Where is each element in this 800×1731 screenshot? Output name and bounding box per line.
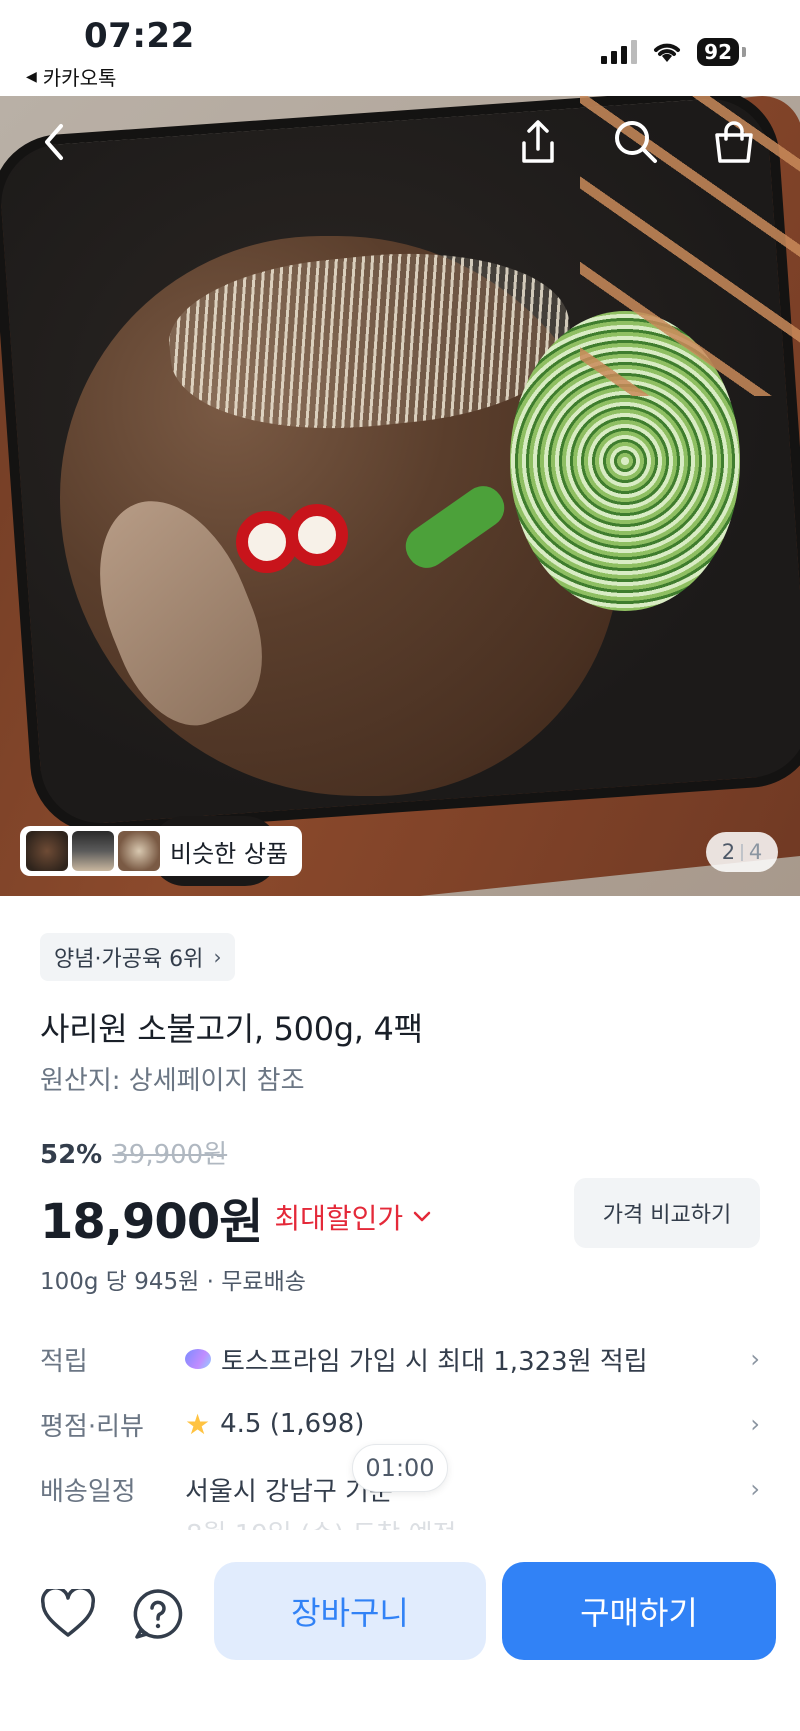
original-price: 39,900원 bbox=[112, 1140, 228, 1170]
review-value: 4.5 (1,698) bbox=[220, 1409, 365, 1439]
product-image[interactable] bbox=[0, 96, 800, 896]
pager-separator: | bbox=[739, 842, 745, 862]
toss-prime-icon bbox=[185, 1349, 211, 1369]
compare-price-button[interactable]: 가격 비교하기 bbox=[574, 1178, 760, 1248]
best-price-label: 최대할인가 bbox=[274, 1202, 404, 1235]
status-time: 07:22 bbox=[84, 16, 195, 56]
image-nav-bar bbox=[0, 118, 800, 166]
review-label: 평점·리뷰 bbox=[40, 1411, 144, 1442]
product-title: 사리원 소불고기, 500g, 4팩 bbox=[40, 1010, 423, 1048]
similar-thumb bbox=[118, 831, 160, 871]
similar-products-label: 비슷한 상품 bbox=[170, 839, 289, 868]
points-row[interactable]: 적립 토스프라임 가입 시 최대 1,323원 적립 › bbox=[40, 1337, 760, 1381]
cellular-signal-icon bbox=[601, 40, 638, 64]
shopping-bag-icon bbox=[715, 121, 753, 163]
product-origin: 원산지: 상세페이지 참조 bbox=[40, 1066, 305, 1096]
pager-total: 4 bbox=[748, 840, 763, 864]
chevron-down-icon bbox=[413, 1211, 431, 1222]
shipping-label: 배송일정 bbox=[40, 1476, 136, 1507]
question-icon bbox=[133, 1589, 183, 1639]
red-pepper-slice bbox=[286, 504, 348, 566]
add-to-cart-button[interactable]: 장바구니 bbox=[214, 1562, 486, 1660]
review-row[interactable]: 평점·리뷰 ★ 4.5 (1,698) › bbox=[40, 1402, 760, 1446]
similar-thumb bbox=[26, 831, 68, 871]
wifi-icon bbox=[654, 43, 681, 62]
discount-row: 52% 39,900원 bbox=[40, 1134, 227, 1171]
share-button[interactable] bbox=[516, 118, 560, 166]
battery-icon: 92 bbox=[697, 38, 746, 66]
chevron-right-icon: › bbox=[750, 1475, 760, 1503]
chevron-right-icon: › bbox=[213, 945, 222, 969]
battery-level: 92 bbox=[697, 38, 739, 66]
similar-products-chip[interactable]: 비슷한 상품 bbox=[20, 826, 303, 876]
back-to-app-link[interactable]: ◀ 카카오톡 bbox=[26, 62, 116, 91]
back-button[interactable] bbox=[34, 118, 74, 166]
share-icon bbox=[522, 120, 554, 163]
cart-bag-button[interactable] bbox=[710, 118, 758, 166]
chevron-left-icon bbox=[45, 124, 63, 160]
buy-now-button[interactable]: 구매하기 bbox=[502, 1562, 776, 1660]
pager-current: 2 bbox=[721, 840, 736, 864]
chevron-right-icon: › bbox=[750, 1345, 760, 1373]
back-app-label: 카카오톡 bbox=[42, 66, 117, 90]
status-bar: 07:22 ◀ 카카오톡 92 bbox=[0, 0, 800, 96]
bottom-action-bar: 장바구니 구매하기 bbox=[0, 1530, 800, 1731]
heart-icon bbox=[41, 1589, 95, 1637]
sale-price: 18,900원 bbox=[40, 1194, 263, 1250]
search-icon bbox=[615, 121, 657, 163]
star-icon: ★ bbox=[185, 1407, 211, 1441]
category-rank-chip[interactable]: 양념·가공육 6위 › bbox=[40, 933, 236, 981]
price-row: 18,900원 최대할인가 bbox=[40, 1182, 431, 1252]
similar-thumb bbox=[72, 831, 114, 871]
discount-rate: 52% bbox=[40, 1140, 103, 1170]
chevron-right-icon: › bbox=[750, 1410, 760, 1438]
image-pager: 2 | 4 bbox=[706, 832, 778, 872]
help-button[interactable] bbox=[128, 1584, 188, 1644]
best-price-toggle[interactable]: 최대할인가 bbox=[274, 1197, 431, 1237]
category-rank-label: 양념·가공육 6위 bbox=[54, 947, 204, 972]
status-indicators: 92 bbox=[601, 38, 746, 66]
search-button[interactable] bbox=[612, 118, 660, 166]
unit-price-info: 100g 당 945원 · 무료배송 bbox=[40, 1269, 306, 1295]
points-value: 토스프라임 가입 시 최대 1,323원 적립 bbox=[221, 1346, 648, 1377]
points-label: 적립 bbox=[40, 1346, 88, 1377]
back-triangle-icon: ◀ bbox=[26, 68, 37, 85]
timer-badge: 01:00 bbox=[352, 1444, 448, 1492]
wishlist-button[interactable] bbox=[38, 1584, 98, 1644]
